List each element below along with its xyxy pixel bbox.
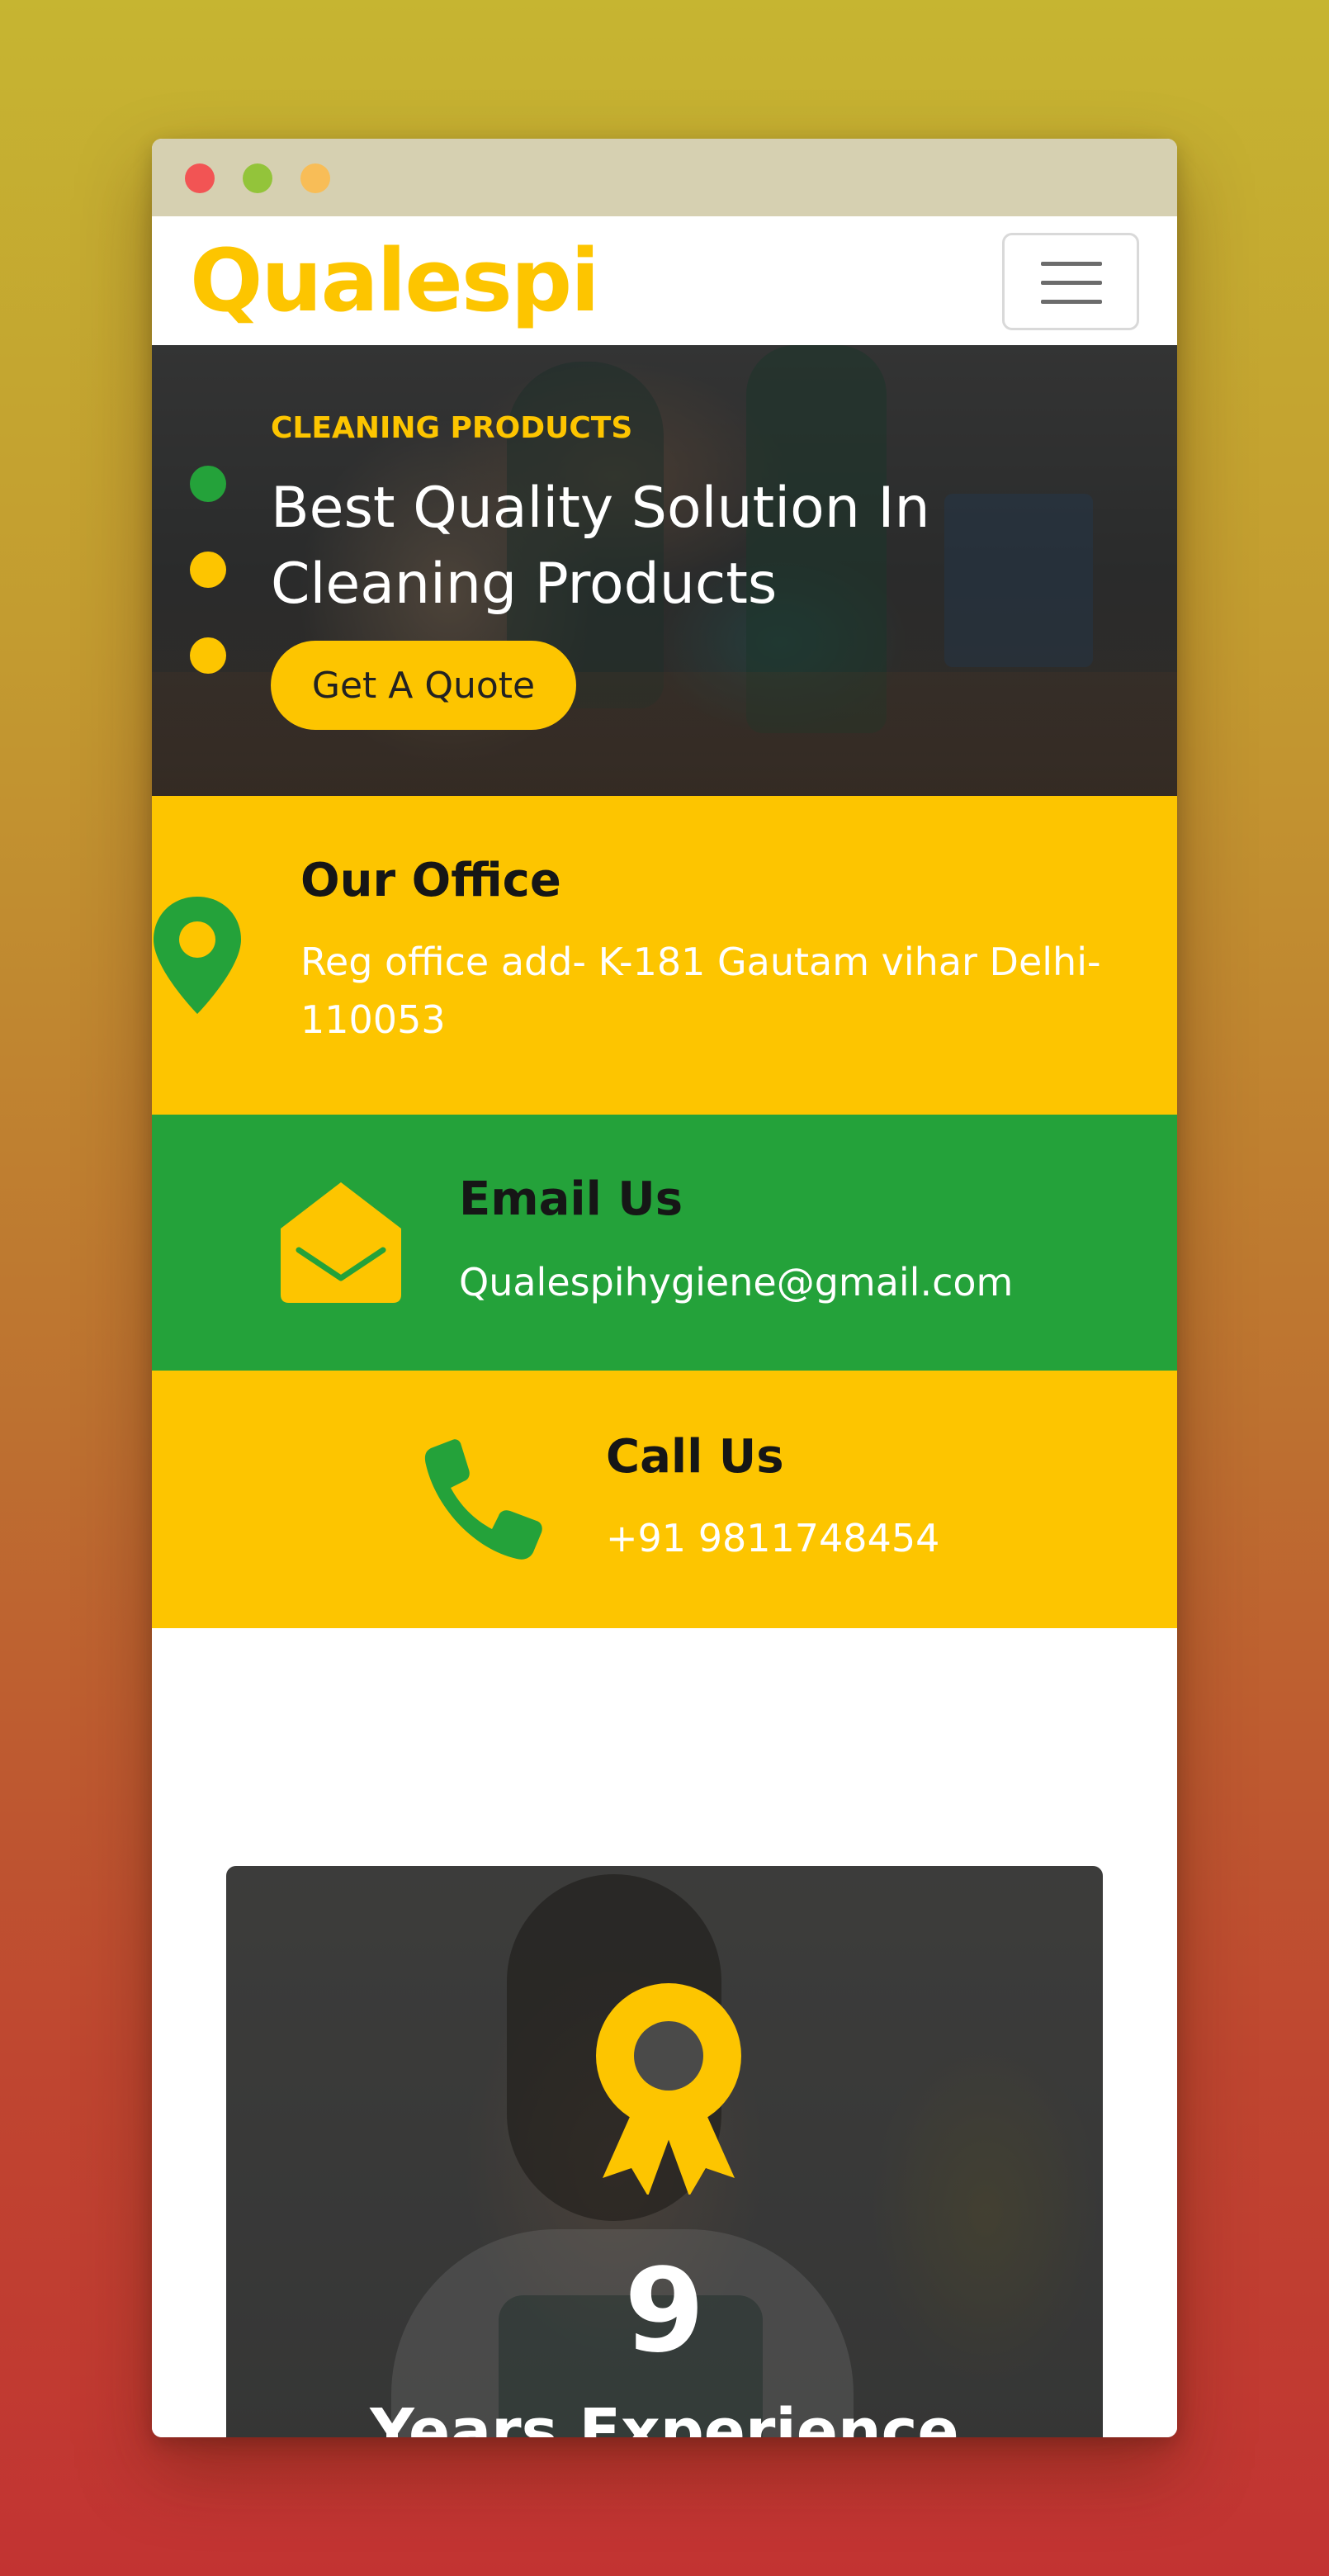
- hamburger-icon-line: [1041, 281, 1102, 285]
- site-navbar: Qualespi: [152, 216, 1177, 345]
- email-address-link[interactable]: Qualespihygiene@gmail.com: [459, 1253, 1136, 1311]
- carousel-indicator-3[interactable]: [190, 637, 226, 674]
- experience-label: Years Experience: [370, 2396, 959, 2437]
- map-pin-icon: [154, 897, 241, 1014]
- carousel-indicator-2[interactable]: [190, 552, 226, 588]
- brand-logo[interactable]: Qualespi: [190, 231, 600, 330]
- contact-call-section: Call Us +91 9811748454: [152, 1371, 1177, 1628]
- get-a-quote-button[interactable]: Get A Quote: [271, 641, 576, 730]
- experience-card: 9 Years Experience: [226, 1866, 1103, 2437]
- carousel-indicator-1[interactable]: [190, 466, 226, 502]
- phone-number-link[interactable]: +91 9811748454: [606, 1509, 1101, 1567]
- hero-kicker: CLEANING PRODUCTS: [271, 411, 633, 445]
- browser-window: Qualespi CLEANING PRODUCTS Best Quality …: [152, 139, 1177, 2437]
- phone-icon: [424, 1439, 542, 1560]
- experience-years-number: 9: [624, 2244, 705, 2379]
- hero-title: Best Quality Solution In Cleaning Produc…: [271, 476, 930, 617]
- email-title: Email Us: [459, 1172, 683, 1226]
- minimize-window-button[interactable]: [243, 163, 272, 193]
- window-titlebar: [152, 139, 1177, 216]
- hamburger-icon-line: [1041, 300, 1102, 304]
- maximize-window-button[interactable]: [300, 163, 330, 193]
- office-address: Reg office add- K-181 Gautam vihar Delhi…: [300, 940, 1101, 1042]
- close-window-button[interactable]: [185, 163, 215, 193]
- hamburger-menu-button[interactable]: [1002, 233, 1139, 330]
- hero-carousel: CLEANING PRODUCTS Best Quality Solution …: [152, 345, 1177, 796]
- contact-office-section: Our Office Reg office add- K-181 Gautam …: [152, 796, 1177, 1115]
- office-title: Our Office: [300, 854, 561, 907]
- contact-email-section: Email Us Qualespihygiene@gmail.com: [152, 1115, 1177, 1371]
- envelope-open-icon: [281, 1182, 401, 1303]
- award-icon: [596, 1983, 741, 2195]
- call-title: Call Us: [606, 1430, 784, 1484]
- hamburger-icon-line: [1041, 262, 1102, 266]
